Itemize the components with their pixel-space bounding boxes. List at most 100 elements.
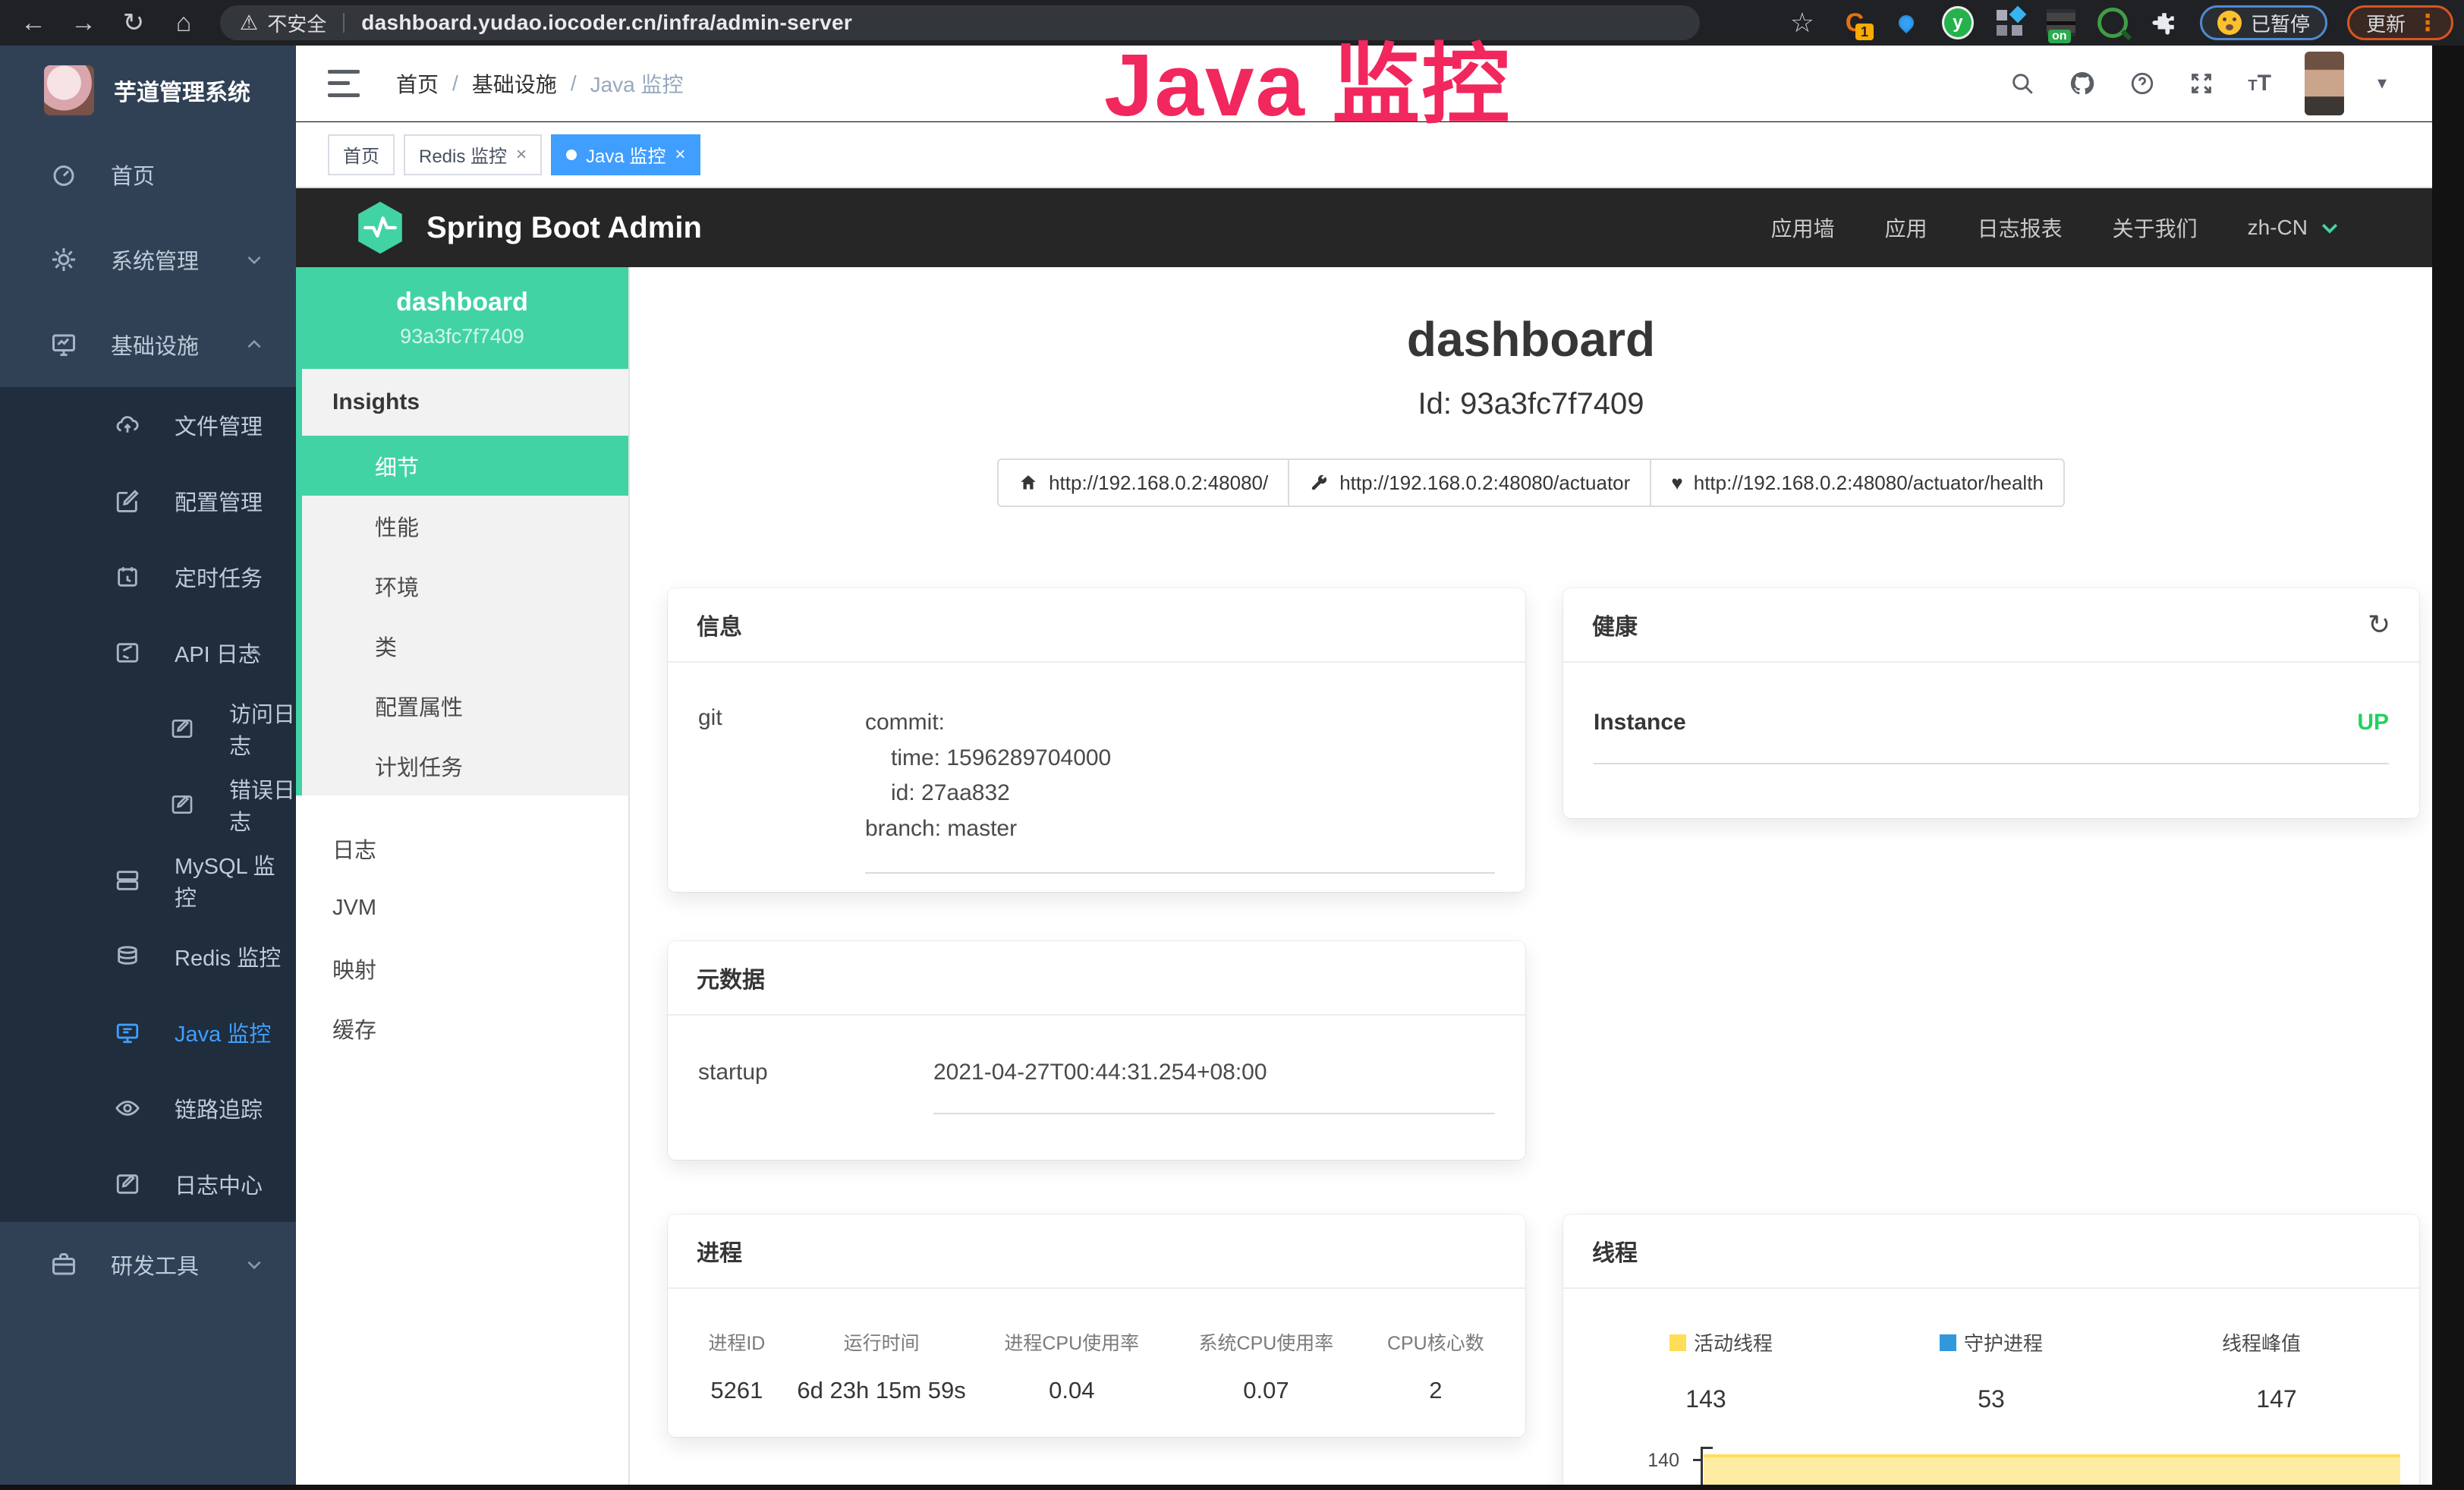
service-url-button[interactable]: http://192.168.0.2:48080/: [997, 458, 1289, 507]
sidebar-item-home[interactable]: 首页: [0, 132, 296, 217]
actuator-url-button[interactable]: http://192.168.0.2:48080/actuator: [1288, 458, 1651, 507]
sidebar-item-label: 链路追踪: [175, 1092, 263, 1124]
extension-colorzilla-icon[interactable]: C1: [1839, 7, 1871, 39]
page-url[interactable]: dashboard.yudao.iocoder.cn/infra/admin-s…: [361, 11, 852, 35]
chevron-down-icon: [244, 250, 264, 269]
y-axis: [1701, 1447, 1703, 1490]
breadcrumb: 首页 / 基础设施 / Java 监控: [396, 68, 684, 99]
sba-menu-item-configprops[interactable]: 配置属性: [302, 676, 628, 736]
sba-menu-item-jvm[interactable]: JVM: [296, 878, 628, 938]
font-size-icon[interactable]: TT: [2248, 71, 2271, 96]
search-icon[interactable]: [2009, 71, 2035, 96]
sba-menu-item-details[interactable]: 细节: [302, 436, 628, 496]
help-icon[interactable]: [2129, 71, 2155, 96]
sidebar-item-label: 研发工具: [111, 1249, 199, 1281]
sba-nav-wallboard[interactable]: 应用墙: [1771, 213, 1835, 243]
sidebar-item-label: 基础设施: [111, 329, 199, 361]
chevron-down-icon: [244, 1255, 264, 1274]
extension-switch-icon[interactable]: on: [2045, 7, 2077, 39]
sidebar-item-files[interactable]: 文件管理: [0, 387, 296, 463]
browser-update-button[interactable]: 更新 ⋮: [2347, 5, 2453, 40]
spring-boot-admin-logo-icon[interactable]: [355, 200, 405, 255]
instance-id: 93a3fc7f7409: [400, 325, 524, 348]
breadcrumb-item-home[interactable]: 首页: [396, 68, 439, 99]
avatar[interactable]: [2305, 52, 2344, 115]
tab-redis-monitor[interactable]: Redis 监控 ×: [404, 134, 542, 175]
info-card-body: git commit: time: 1596289704000 id: 27aa…: [668, 663, 1525, 874]
sidebar-item-tracing[interactable]: 链路追踪: [0, 1070, 296, 1146]
sba-menu-item-scheduled[interactable]: 计划任务: [302, 736, 628, 795]
metadata-card-header: 元数据: [668, 941, 1525, 1016]
health-card: 健康 ↺ Instance UP: [1563, 588, 2419, 818]
sba-menu-item-caches[interactable]: 缓存: [296, 998, 628, 1058]
browser-back-icon[interactable]: ←: [17, 6, 50, 39]
sba-nav-journal[interactable]: 日志报表: [1978, 213, 2063, 243]
close-icon[interactable]: ×: [675, 144, 685, 165]
browser-forward-icon[interactable]: →: [67, 6, 100, 39]
extension-pin-icon[interactable]: [1890, 7, 1922, 39]
info-key: git: [698, 705, 865, 874]
tab-java-monitor[interactable]: Java 监控 ×: [551, 134, 700, 175]
chevron-down-icon: [2318, 216, 2341, 239]
extension-magnifier-icon[interactable]: [2097, 7, 2129, 39]
process-table: 进程ID 运行时间 进程CPU使用率 系统CPU使用率 CPU核心数 5261 …: [668, 1289, 1525, 1404]
process-card: 进程 进程ID 运行时间 进程CPU使用率 系统CPU使用率 CPU核心数 52…: [668, 1214, 1525, 1437]
fullscreen-icon[interactable]: [2189, 71, 2214, 96]
log-edit-icon: [168, 715, 196, 742]
breadcrumb-item-infra[interactable]: 基础设施: [472, 68, 557, 99]
legend-live-threads: 活动线程: [1586, 1328, 1856, 1356]
sba-instance-header[interactable]: dashboard 93a3fc7f7409: [296, 267, 628, 369]
sidebar-item-error-log[interactable]: 错误日志: [0, 767, 296, 843]
tab-home[interactable]: 首页: [328, 134, 395, 175]
browser-menu-icon[interactable]: ⋮: [2416, 10, 2439, 36]
sidebar-item-infra[interactable]: 基础设施: [0, 302, 296, 387]
history-icon[interactable]: ↺: [2368, 609, 2390, 641]
extension-puzzle-icon[interactable]: [2148, 7, 2180, 39]
wrench-icon: [1309, 473, 1329, 493]
health-url-button[interactable]: ♥ http://192.168.0.2:48080/actuator/heal…: [1650, 458, 2065, 507]
sba-menu-item-env[interactable]: 环境: [302, 556, 628, 616]
health-row[interactable]: Instance UP: [1594, 710, 2389, 764]
extension-y-icon[interactable]: y: [1942, 7, 1974, 39]
sba-menu-item-mappings[interactable]: 映射: [296, 938, 628, 998]
blue-swatch-icon: [1940, 1334, 1956, 1351]
sidebar-item-redis[interactable]: Redis 监控: [0, 918, 296, 994]
header-actions: TT ▾: [2009, 52, 2432, 115]
sba-brand-title[interactable]: Spring Boot Admin: [426, 211, 702, 245]
browser-home-icon[interactable]: ⌂: [167, 6, 200, 39]
sba-nav-applications[interactable]: 应用: [1885, 213, 1927, 243]
avatar-caret-icon[interactable]: ▾: [2377, 72, 2387, 94]
security-label[interactable]: 不安全: [267, 9, 326, 37]
sba-menu-item-metrics[interactable]: 性能: [302, 496, 628, 556]
close-icon[interactable]: ×: [516, 144, 527, 165]
sidebar-item-config[interactable]: 配置管理: [0, 463, 296, 539]
profile-paused-pill[interactable]: 已暂停: [2200, 5, 2327, 40]
sidebar-item-label: Redis 监控: [175, 940, 281, 972]
sba-menu-group-label[interactable]: Insights: [302, 369, 628, 436]
card-title: 信息: [697, 608, 742, 641]
git-commit-line: commit:: [865, 705, 1495, 741]
sidebar-item-access-log[interactable]: 访问日志: [0, 691, 296, 767]
sidebar-item-java-monitor[interactable]: Java 监控: [0, 994, 296, 1070]
github-icon[interactable]: [2069, 70, 2096, 97]
sidebar-item-jobs[interactable]: 定时任务: [0, 539, 296, 615]
process-col-sys-cpu: 系统CPU使用率: [1171, 1328, 1361, 1356]
sidebar-item-system[interactable]: 系统管理: [0, 217, 296, 302]
hamburger-icon[interactable]: [328, 70, 360, 97]
sidebar-item-label: 配置管理: [175, 485, 263, 517]
sba-menu-item-logs[interactable]: 日志: [296, 818, 628, 878]
sidebar-item-log-center[interactable]: 日志中心: [0, 1146, 296, 1222]
home-icon: [1018, 473, 1038, 493]
bookmark-star-icon[interactable]: ☆: [1790, 7, 1814, 39]
log-edit-icon: [168, 791, 196, 818]
browser-reload-icon[interactable]: ↻: [117, 6, 150, 39]
log-edit-icon: [114, 639, 141, 666]
sidebar-item-mysql[interactable]: MySQL 监控: [0, 843, 296, 918]
heart-icon: ♥: [1671, 471, 1682, 495]
sidebar-item-devtools[interactable]: 研发工具: [0, 1222, 296, 1307]
extension-grid-icon[interactable]: [1994, 7, 2025, 39]
sba-menu-item-classes[interactable]: 类: [302, 616, 628, 676]
sidebar-item-api-log[interactable]: API 日志: [0, 615, 296, 691]
sba-locale-select[interactable]: zh-CN: [2248, 216, 2341, 240]
sba-nav-about[interactable]: 关于我们: [2113, 213, 2198, 243]
